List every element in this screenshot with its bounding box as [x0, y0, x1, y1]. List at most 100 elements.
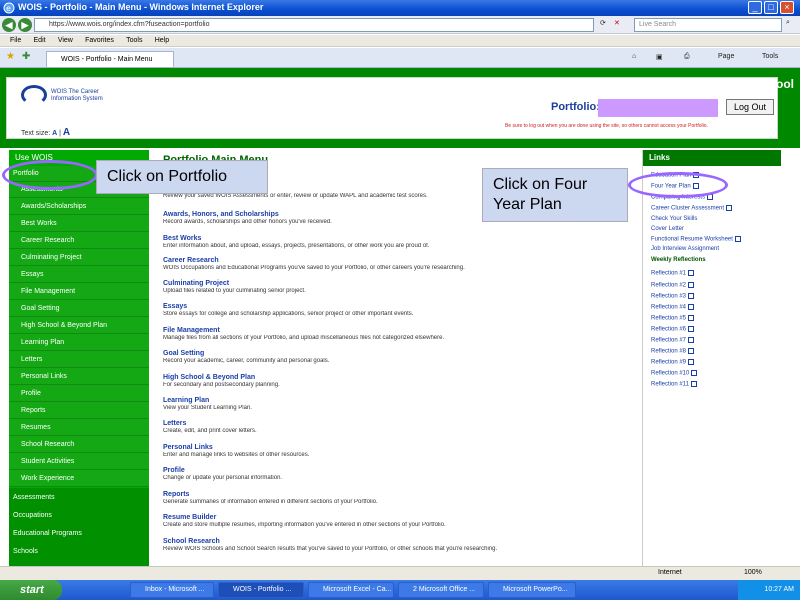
sidebar-bottom-assessments[interactable]: Assessments	[9, 490, 149, 506]
sidebar-item-school-research[interactable]: School Research	[9, 437, 149, 453]
link-reflection-4[interactable]: Reflection #4	[651, 304, 695, 311]
sidebar-item-career-research[interactable]: Career Research	[9, 233, 149, 249]
sidebar-item-high-school-beyond[interactable]: High School & Beyond Plan	[9, 318, 149, 334]
sidebar-item-letters[interactable]: Letters	[9, 352, 149, 368]
link-cover-letter[interactable]: Cover Letter	[651, 226, 684, 232]
menu-entry: Career Research WOIS Occupations and Educ…	[163, 257, 633, 272]
entry-link[interactable]: Letters	[163, 420, 633, 428]
entry-description: Record your academic, career, community …	[163, 358, 330, 364]
menu-tools[interactable]: Tools	[126, 35, 142, 47]
sidebar-item-personal-links[interactable]: Personal Links	[9, 369, 149, 385]
security-zone: Internet	[658, 569, 682, 576]
sidebar-item-learning-plan[interactable]: Learning Plan	[9, 335, 149, 351]
entry-link[interactable]: School Research	[163, 538, 633, 546]
page-menu[interactable]: Page	[718, 53, 734, 60]
entry-link[interactable]: Reports	[163, 491, 633, 499]
tools-menu[interactable]: Tools	[762, 53, 778, 60]
menu-file[interactable]: File	[10, 35, 21, 47]
feeds-icon[interactable]: ▣	[656, 53, 663, 61]
sidebar-portfolio-menu: Portfolio Assessments Awards/Scholarship…	[9, 166, 149, 487]
refresh-icon[interactable]: ⟳	[600, 19, 606, 27]
menu-view[interactable]: View	[58, 35, 73, 47]
link-reflection-9[interactable]: Reflection #9	[651, 359, 695, 366]
entry-link[interactable]: Resume Builder	[163, 514, 633, 522]
sidebar-wois-menu: Assessments Occupations Educational Prog…	[9, 488, 149, 566]
forward-button[interactable]: ▶	[18, 18, 32, 32]
link-reflection-10[interactable]: Reflection #10	[651, 370, 698, 377]
search-input[interactable]: Live Search	[634, 18, 782, 32]
menu-favorites[interactable]: Favorites	[85, 35, 114, 47]
menu-edit[interactable]: Edit	[34, 35, 46, 47]
link-reflection-11[interactable]: Reflection #11	[651, 381, 697, 388]
entry-link[interactable]: Personal Links	[163, 444, 633, 452]
link-reflection-6[interactable]: Reflection #6	[651, 326, 695, 333]
search-icon[interactable]: ⌕	[786, 19, 790, 27]
windows-taskbar: start Inbox - Microsoft ... WOIS - Portf…	[0, 580, 800, 600]
back-button[interactable]: ◀	[2, 18, 16, 32]
portfolio-label: Portfolio:	[551, 101, 600, 113]
sidebar-item-student-activities[interactable]: Student Activities	[9, 454, 149, 470]
entry-link[interactable]: Profile	[163, 467, 633, 475]
task-excel[interactable]: Microsoft Excel - Ca...	[308, 582, 394, 598]
entry-description: Upload files related to your culminating…	[163, 288, 306, 294]
sidebar-item-profile[interactable]: Profile	[9, 386, 149, 402]
home-icon[interactable]: ⌂	[632, 53, 636, 60]
callout-four-year-plan: Click on Four Year Plan	[482, 168, 628, 222]
menu-entry: Learning Plan View your Student Learning …	[163, 397, 633, 412]
sidebar-item-essays[interactable]: Essays	[9, 267, 149, 283]
link-reflection-3[interactable]: Reflection #3	[651, 293, 695, 300]
task-powerpoint[interactable]: Microsoft PowerPo...	[488, 582, 576, 598]
sidebar-item-awards[interactable]: Awards/Scholarships	[9, 199, 149, 215]
favorites-star-icon[interactable]: ★	[6, 51, 15, 62]
svg-text:e: e	[6, 4, 11, 13]
address-input[interactable]: https://www.wois.org/index.cfm?fuseactio…	[34, 18, 594, 32]
entry-link[interactable]: Learning Plan	[163, 397, 633, 405]
link-check-skills[interactable]: Check Your Skills	[651, 216, 697, 222]
zoom-level[interactable]: 100%	[744, 569, 762, 576]
task-internet-explorer[interactable]: WOIS - Portfolio ...	[218, 582, 304, 598]
sidebar-bottom-educational-programs[interactable]: Educational Programs	[9, 526, 149, 542]
sidebar-item-reports[interactable]: Reports	[9, 403, 149, 419]
link-reflection-1[interactable]: Reflection #1	[651, 270, 695, 277]
sidebar-item-goal-setting[interactable]: Goal Setting	[9, 301, 149, 317]
task-office[interactable]: 2 Microsoft Office ...	[398, 582, 484, 598]
entry-link[interactable]: File Management	[163, 327, 633, 335]
entry-link[interactable]: Best Works	[163, 235, 633, 243]
sidebar-item-work-experience[interactable]: Work Experience	[9, 471, 149, 487]
menu-entry: Profile Change or update your personal in…	[163, 467, 633, 482]
sidebar-item-culminating-project[interactable]: Culminating Project	[9, 250, 149, 266]
minimize-button[interactable]: _	[748, 1, 762, 14]
add-favorite-icon[interactable]: ✚	[22, 51, 30, 62]
print-icon[interactable]: ⎙	[684, 53, 690, 61]
sidebar-bottom-schools[interactable]: Schools	[9, 544, 149, 560]
task-outlook[interactable]: Inbox - Microsoft ...	[130, 582, 214, 598]
entry-link[interactable]: Essays	[163, 303, 633, 311]
start-button[interactable]: start	[0, 580, 62, 600]
entry-link[interactable]: Culminating Project	[163, 280, 633, 288]
entry-link[interactable]: High School & Beyond Plan	[163, 374, 633, 382]
close-button[interactable]: ×	[780, 1, 794, 14]
text-size-large[interactable]: A	[63, 127, 70, 138]
sidebar-item-file-management[interactable]: File Management	[9, 284, 149, 300]
system-tray-clock[interactable]: 10:27 AM	[738, 580, 800, 600]
maximize-button[interactable]: □	[764, 1, 778, 14]
sidebar-item-resumes[interactable]: Resumes	[9, 420, 149, 436]
link-reflection-2[interactable]: Reflection #2	[651, 282, 695, 289]
text-size-small[interactable]: A	[52, 130, 57, 137]
entry-link[interactable]: Goal Setting	[163, 350, 633, 358]
document-icon	[688, 282, 695, 288]
sidebar-item-best-works[interactable]: Best Works	[9, 216, 149, 232]
link-reflection-5[interactable]: Reflection #5	[651, 315, 695, 322]
link-job-interview[interactable]: Job Interview Assignment	[651, 246, 719, 252]
link-career-cluster[interactable]: Career Cluster Assessment	[651, 205, 733, 212]
logout-button[interactable]: Log Out	[726, 99, 774, 115]
stop-icon[interactable]: ✕	[614, 19, 620, 27]
menu-help[interactable]: Help	[155, 35, 169, 47]
tab-portfolio[interactable]: WOIS - Portfolio - Main Menu	[46, 51, 174, 67]
sidebar-bottom-occupations[interactable]: Occupations	[9, 508, 149, 524]
link-functional-resume[interactable]: Functional Resume Worksheet	[651, 236, 741, 243]
window-title-bar[interactable]: e WOIS - Portfolio - Main Menu - Windows…	[0, 0, 800, 16]
entry-link[interactable]: Career Research	[163, 257, 633, 265]
link-reflection-7[interactable]: Reflection #7	[651, 337, 695, 344]
link-reflection-8[interactable]: Reflection #8	[651, 348, 695, 355]
